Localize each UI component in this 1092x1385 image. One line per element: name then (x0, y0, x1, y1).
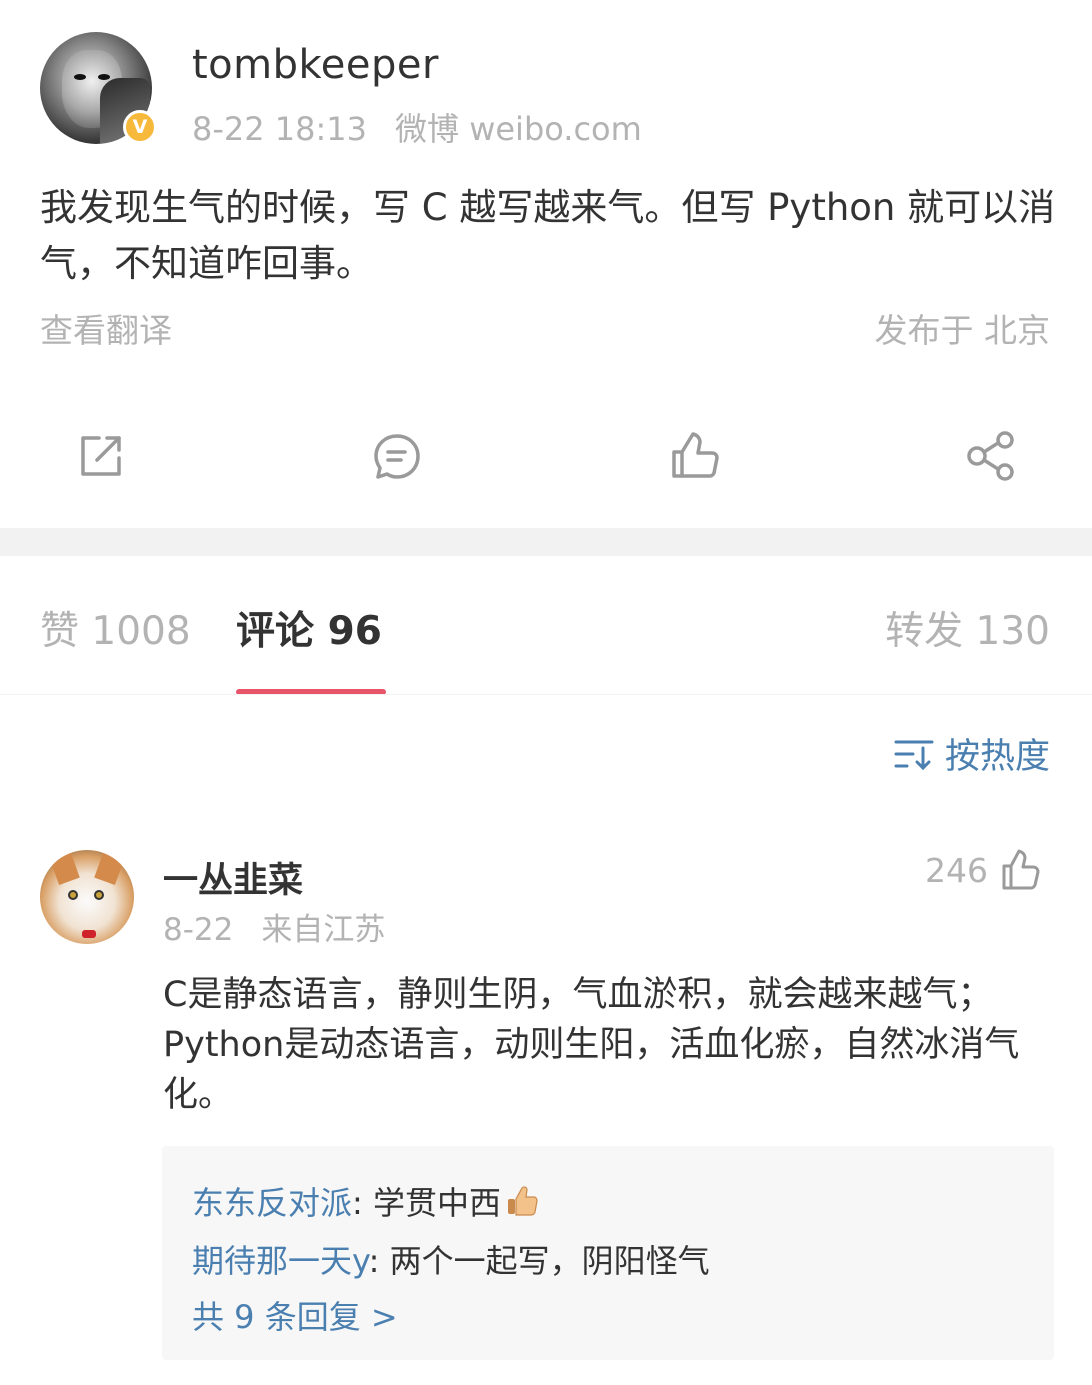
sort-button[interactable]: 按热度 (893, 728, 1050, 779)
comment-text: C是静态语言，静则生阴，气血淤积，就会越来越气；Python是动态语言，动则生阳… (163, 975, 1020, 1115)
comment-button[interactable] (369, 428, 425, 484)
share-button[interactable] (963, 428, 1019, 484)
reply-text: : 两个一起写，阴阳怪气 (368, 1242, 710, 1280)
replies-box[interactable]: 东东反对派: 学贯中西 期待那一天y: 两个一起写，阴阳怪气 共 9 条回复 > (162, 1146, 1054, 1360)
section-divider (0, 528, 1092, 556)
reply-item: 期待那一天y: 两个一起写，阴阳怪气 (192, 1236, 710, 1282)
tab-likes[interactable]: 赞 1008 (40, 600, 191, 656)
share-icon (967, 431, 1014, 481)
post-text: 我发现生气的时候，写 C 越写越来气。但写 Python 就可以消气，不知道咋回… (40, 186, 1056, 285)
comment-like-count: 246 (925, 850, 988, 890)
reply-author[interactable]: 东东反对派 (192, 1184, 352, 1222)
post-meta: 8-22 18:13 微博 weibo.com (192, 104, 642, 150)
post-source: 微博 weibo.com (395, 110, 642, 148)
comment-date: 8-22 (163, 912, 234, 948)
comment-icon (374, 434, 420, 479)
thumbs-up-emoji-icon (507, 1186, 538, 1216)
like-icon (672, 432, 719, 478)
like-button[interactable] (666, 428, 722, 484)
like-icon (1002, 849, 1040, 890)
reply-item: 东东反对派: 学贯中西 (192, 1178, 539, 1224)
comment-location: 来自江苏 (261, 912, 386, 948)
tab-divider (0, 694, 1092, 695)
post-location: 发布于 北京 (874, 311, 1051, 350)
sort-label: 按热度 (944, 737, 1050, 777)
tab-comments[interactable]: 评论 96 (236, 600, 382, 656)
reply-author[interactable]: 期待那一天y (192, 1242, 369, 1280)
tab-reposts[interactable]: 转发 130 (885, 600, 1050, 656)
post-date: 8-22 18:13 (192, 110, 368, 148)
repost-button[interactable] (73, 428, 129, 484)
sort-icon (894, 740, 934, 770)
translate-link[interactable]: 查看翻译 (40, 304, 172, 352)
comment-meta: 8-22 来自江苏 (163, 904, 385, 949)
verified-badge-icon: V (123, 110, 157, 144)
commenter-username[interactable]: 一丛韭菜 (163, 852, 303, 903)
comment-like-button[interactable]: 246 (925, 848, 1040, 892)
commenter-avatar[interactable] (40, 850, 134, 944)
repost-icon (81, 436, 121, 476)
reply-text: : 学贯中西 (352, 1184, 501, 1222)
author-username[interactable]: tombkeeper (192, 42, 439, 88)
more-replies-link[interactable]: 共 9 条回复 > (192, 1292, 398, 1338)
